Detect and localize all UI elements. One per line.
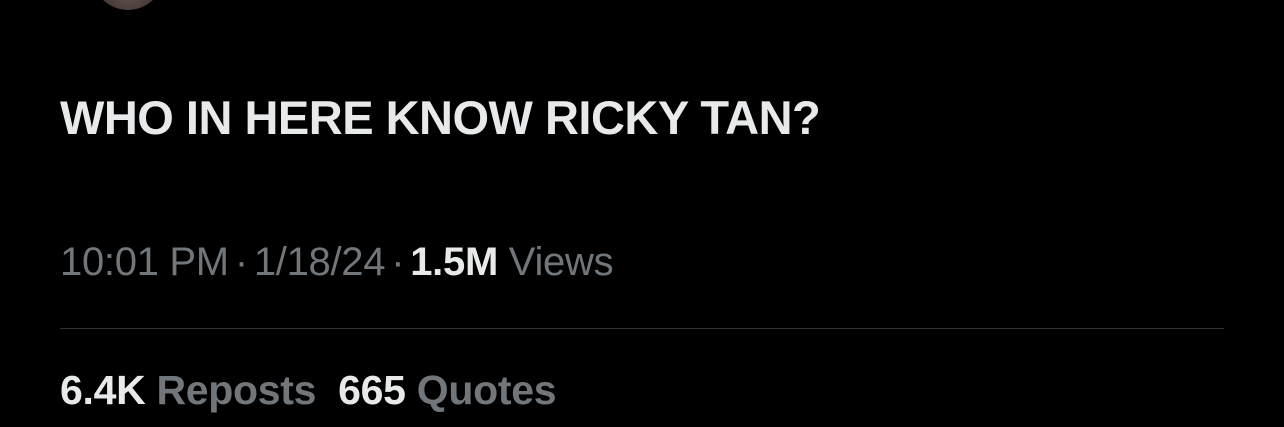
tweet-meta: 10:01 PM · 1/18/24 · 1.5M Views: [60, 240, 614, 285]
meta-separator: ·: [234, 240, 248, 284]
tweet-time[interactable]: 10:01 PM: [60, 240, 229, 284]
views-label: Views: [508, 240, 614, 284]
reposts-count: 6.4K: [60, 367, 146, 413]
tweet-text: WHO IN HERE KNOW RICKY TAN?: [60, 91, 821, 144]
quotes-stat[interactable]: 665 Quotes: [338, 367, 556, 414]
quotes-label: Quotes: [416, 367, 557, 413]
reposts-stat[interactable]: 6.4K Reposts: [60, 367, 316, 414]
engagement-stats: 6.4K Reposts 665 Quotes: [60, 367, 578, 414]
tweet-date[interactable]: 1/18/24: [254, 240, 386, 284]
quotes-count: 665: [338, 367, 406, 413]
reposts-label: Reposts: [156, 367, 317, 413]
views-count: 1.5M: [410, 240, 498, 284]
avatar[interactable]: [92, 0, 164, 10]
divider: [60, 328, 1224, 329]
meta-separator: ·: [391, 240, 405, 284]
